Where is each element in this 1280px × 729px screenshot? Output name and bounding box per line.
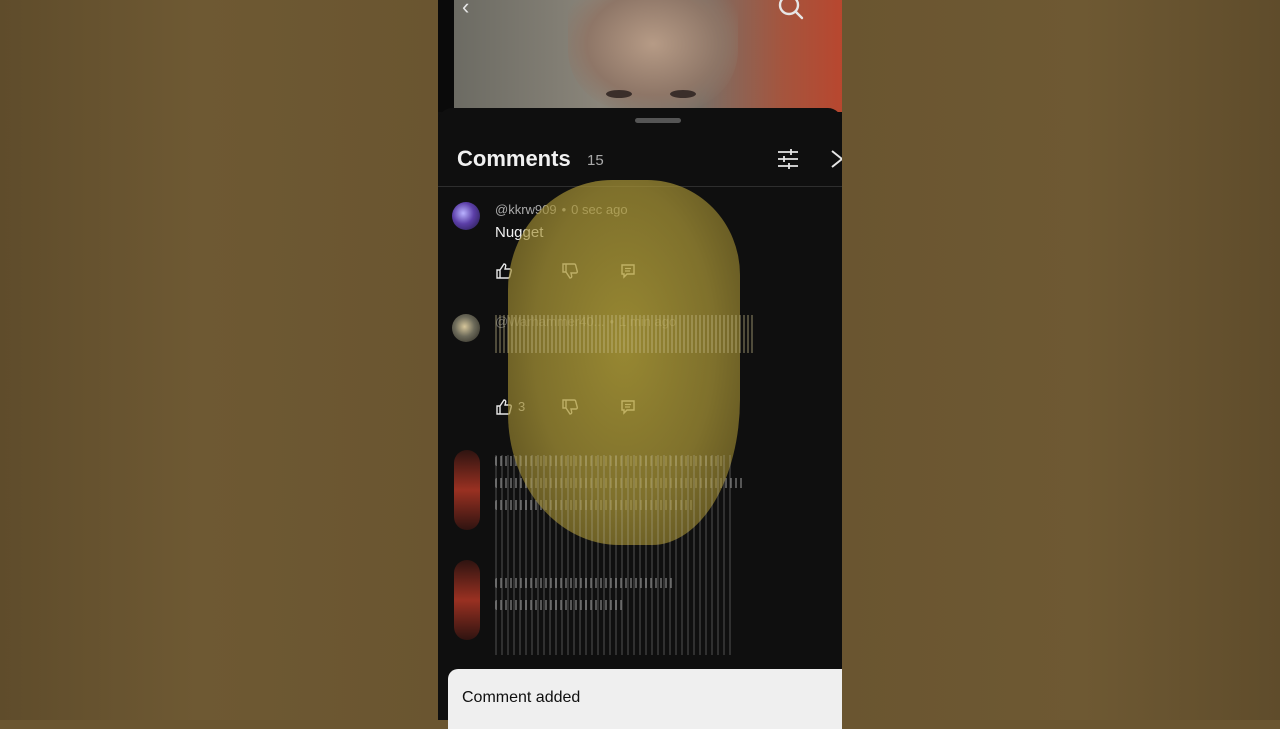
video-frame-face [568, 0, 738, 110]
comment-item: @Warhammer40... • 1 min ago 3 [438, 314, 842, 424]
avatar[interactable] [452, 202, 480, 230]
thumbs-up-icon[interactable] [495, 398, 513, 416]
comments-header: Comments 15 [438, 138, 842, 187]
blurred-avatar [454, 450, 480, 530]
comments-title: Comments [457, 146, 571, 171]
thumbs-up-icon[interactable] [495, 262, 513, 280]
toast-message: Comment added [462, 689, 581, 706]
background-right [842, 0, 1280, 720]
sliders-icon[interactable] [776, 147, 800, 171]
comments-sheet: Comments 15 @kkrw909•0 sec ago Nugget [438, 108, 842, 720]
comment-time: 0 sec ago [571, 202, 628, 217]
chevron-left-icon[interactable]: ‹ [462, 0, 469, 18]
blurred-avatar [454, 560, 480, 640]
like-count: 3 [518, 399, 526, 414]
comment-author[interactable]: @Warhammer40... [495, 314, 605, 329]
search-icon[interactable] [778, 0, 804, 20]
comment-meta: @Warhammer40... • 1 min ago [495, 314, 677, 329]
comment-time: 1 min ago [619, 314, 677, 329]
blurred-text [495, 456, 725, 466]
thumbs-down-icon[interactable] [561, 398, 579, 416]
comment-icon[interactable] [619, 398, 637, 416]
phone-screen: ‹ Comments 15 @kkrw909 • 0 sec ago Nugge… [438, 0, 842, 720]
close-icon[interactable] [830, 147, 842, 171]
blurred-text [495, 478, 745, 488]
comment-text: Nugget [495, 224, 544, 241]
comments-count: 15 [587, 152, 604, 169]
comment-meta: @kkrw909 • 0 sec ago [495, 202, 628, 217]
toast-notification: Comment added [448, 669, 842, 729]
thumbs-down-icon[interactable] [561, 262, 579, 280]
blurred-text [495, 578, 675, 588]
drag-handle[interactable] [635, 118, 681, 123]
comment-item: @kkrw909 • 0 sec ago Nugget [438, 202, 842, 292]
comment-icon[interactable] [619, 262, 637, 280]
background-left [0, 0, 438, 720]
avatar[interactable] [452, 314, 480, 342]
blurred-text [495, 500, 695, 510]
blurred-text [495, 600, 625, 610]
comment-author[interactable]: @kkrw909 [495, 202, 557, 217]
video-player[interactable]: ‹ [438, 0, 842, 112]
